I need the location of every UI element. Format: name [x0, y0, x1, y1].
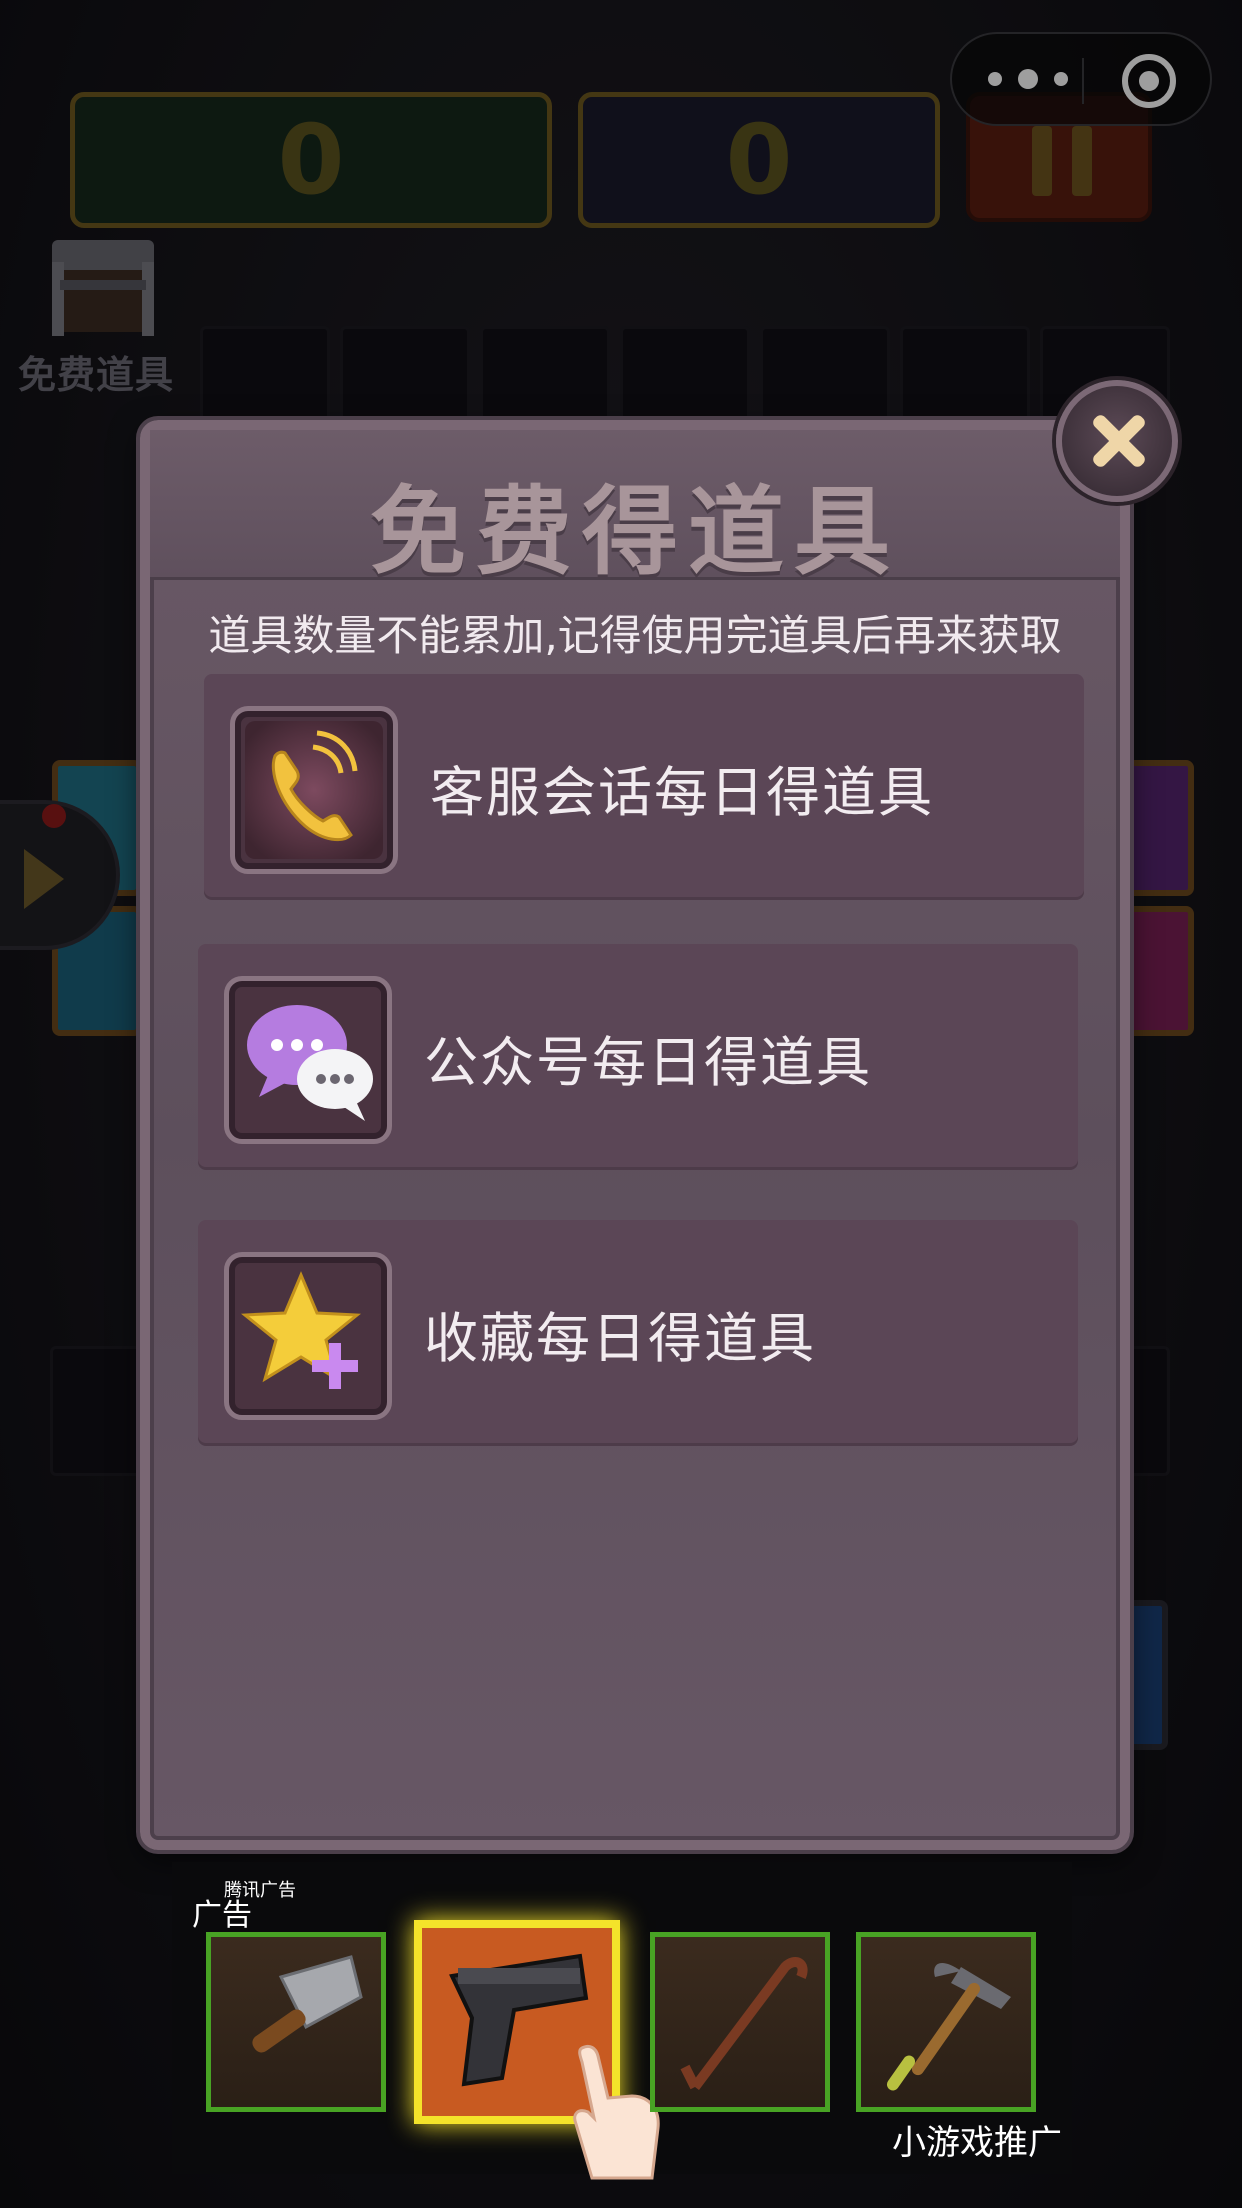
option-customer-service[interactable]: 客服会话每日得道具: [204, 674, 1084, 900]
option-favorite[interactable]: 收藏每日得道具: [198, 1220, 1078, 1446]
option-label: 收藏每日得道具: [424, 1306, 816, 1370]
chat-bubbles-icon: [224, 976, 392, 1144]
dialog-title: 免费得道具: [370, 476, 900, 588]
star-plus-icon: [224, 1252, 392, 1420]
ad-banner[interactable]: 腾讯广告 广告 小游戏推广: [172, 1862, 1072, 2180]
crowbar-icon: [680, 1957, 808, 2090]
dialog-notice: 道具数量不能累加,记得使用完道具后再来获取: [208, 611, 1062, 660]
mini-game-promo-label[interactable]: 小游戏推广: [892, 2115, 1062, 2164]
cleaver-icon: [252, 1955, 363, 2053]
hammer-icon: [886, 1963, 1011, 2091]
ad-label[interactable]: 广告: [192, 1890, 252, 1934]
option-label: 公众号每日得道具: [424, 1030, 872, 1094]
option-official-account[interactable]: 公众号每日得道具: [198, 944, 1078, 1170]
phone-icon: [230, 706, 398, 874]
close-dialog-button[interactable]: [1056, 380, 1178, 502]
ad-item-crowbar[interactable]: [650, 1932, 830, 2112]
ad-item-hammer[interactable]: [856, 1932, 1036, 2112]
free-items-dialog: 免费得道具 道具数量不能累加,记得使用完道具后再来获取 客服会话每日得道具 公众…: [140, 420, 1130, 1850]
ad-item-pistol[interactable]: [414, 1920, 660, 2180]
option-label: 客服会话每日得道具: [430, 760, 934, 824]
ad-item-cleaver[interactable]: [206, 1932, 386, 2112]
